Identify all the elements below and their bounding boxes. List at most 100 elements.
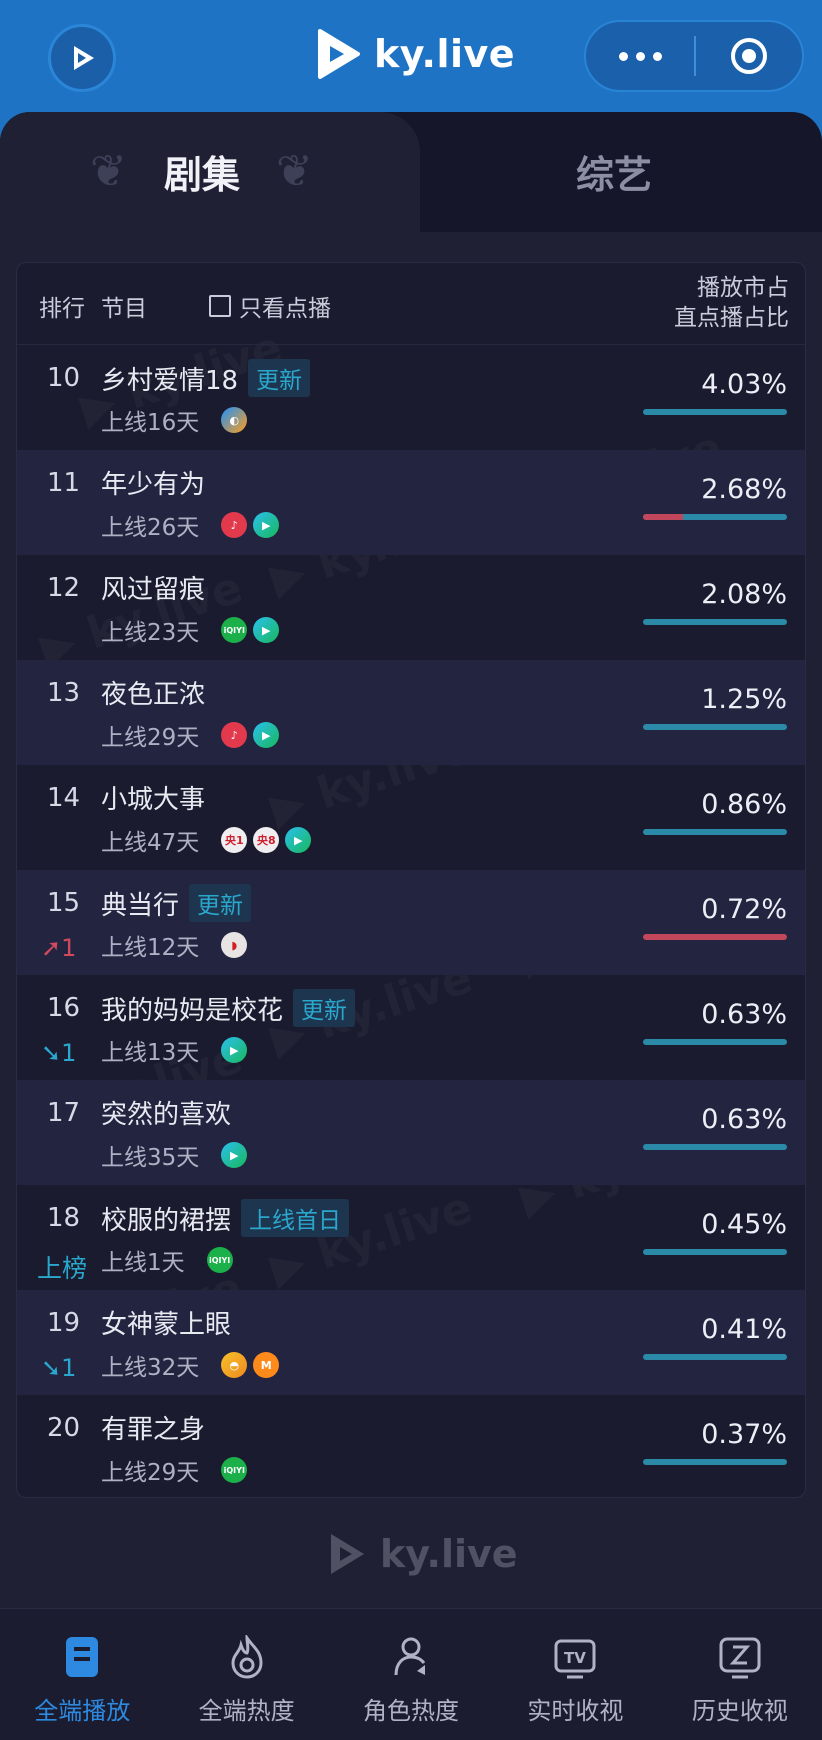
history-icon (716, 1633, 764, 1681)
nav-label: 角色热度 (363, 1697, 460, 1725)
nav-label: 全端播放 (34, 1697, 131, 1725)
program-title-text: 乡村爱情18 (101, 365, 239, 396)
status-badge: 更新 (189, 884, 252, 922)
cctv-platform-icon: ♪ (221, 512, 248, 538)
app-logo-button[interactable] (48, 24, 116, 92)
nav-realtime-rating[interactable]: TV 实时收视 (493, 1609, 657, 1740)
brand-logo-icon (318, 29, 360, 79)
days-online: 上线16天 ◐ (101, 403, 248, 437)
program-title: 小城大事 (101, 779, 205, 816)
cctv1-platform-icon: 央1 (221, 827, 248, 853)
table-row[interactable]: 15 ➚1 典当行 更新 上线12天 ◗ 0.72% (17, 870, 805, 975)
bookmark-icon (58, 1633, 106, 1681)
cctv8-platform-icon: 央8 (253, 827, 280, 853)
status-badge: 更新 (248, 359, 311, 397)
days-online-text: 上线1天 (101, 1250, 185, 1276)
header-share: 播放市占 直点播占比 (674, 273, 789, 333)
platform-icons: ◓ M (221, 1352, 280, 1378)
vod-only-label: 只看点播 (239, 296, 331, 322)
days-online: 上线23天 iQIYI ▶ (101, 613, 280, 647)
rank-change-new: 上榜 (37, 1254, 88, 1283)
table-row[interactable]: 17 突然的喜欢 上线35天 ▶ 0.63% (17, 1080, 805, 1185)
tencent-platform-icon: ▶ (253, 617, 280, 643)
platform-icons: 央1 央8 ▶ (221, 827, 312, 853)
yellow-platform-icon: ◓ (221, 1352, 248, 1378)
table-row[interactable]: 20 有罪之身 上线29天 iQIYI 0.37% (17, 1395, 805, 1497)
days-online-text: 上线26天 (101, 515, 200, 541)
days-online: 上线47天 央1 央8 ▶ (101, 823, 312, 857)
rank-change-up: ➚1 (41, 934, 77, 962)
table-row[interactable]: 18 上榜 校服的裙摆 上线首日 上线1天 iQIYI 0.45% (17, 1185, 805, 1290)
share-percent: 0.45% (701, 1209, 787, 1240)
nav-role-heat[interactable]: 角色热度 (329, 1609, 493, 1740)
dot-icon (652, 51, 662, 61)
table-row[interactable]: 11 年少有为 上线26天 ♪ ▶ 2.68% (17, 450, 805, 555)
table-row[interactable]: 16 ➘1 我的妈妈是校花 更新 上线13天 ▶ 0.63% (17, 975, 805, 1080)
share-percent: 0.63% (701, 999, 787, 1030)
share-percent: 0.72% (701, 894, 787, 925)
tab-drama[interactable]: 剧集 (164, 144, 240, 199)
platform-icons: ♪ ▶ (221, 722, 280, 748)
share-bar (643, 934, 787, 940)
nav-all-heat[interactable]: 全端热度 (164, 1609, 328, 1740)
checkbox-icon[interactable] (209, 295, 231, 317)
share-bar (643, 1459, 787, 1465)
days-online: 上线35天 ▶ (101, 1138, 248, 1172)
dragon-platform-icon: ◗ (221, 932, 248, 958)
tencent-platform-icon: ▶ (253, 722, 280, 748)
person-icon (387, 1633, 435, 1681)
days-online-text: 上线13天 (101, 1040, 200, 1066)
program-title-text: 校服的裙摆 (101, 1205, 232, 1236)
table-row[interactable]: 19 ➘1 女神蒙上眼 上线32天 ◓ M 0.41% (17, 1290, 805, 1395)
rank-number: 14 (47, 783, 81, 813)
days-online: 上线13天 ▶ (101, 1033, 248, 1067)
nav-all-play[interactable]: 全端播放 (0, 1609, 164, 1740)
program-title: 女神蒙上眼 (101, 1304, 231, 1341)
tencent-platform-icon: ▶ (285, 827, 312, 853)
share-percent: 0.41% (701, 1314, 787, 1345)
laurel-left-icon: ❦ (90, 146, 127, 197)
rank-number: 19 (47, 1308, 81, 1338)
share-percent: 2.68% (701, 474, 787, 505)
rank-number: 10 (47, 363, 81, 393)
share-bar (643, 1144, 787, 1150)
table-row[interactable]: 12 风过留痕 上线23天 iQIYI ▶ 2.08% (17, 555, 805, 660)
bottom-nav: 全端播放 全端热度 角色热度 TV 实时收视 历史收视 (0, 1608, 822, 1740)
program-title: 夜色正浓 (101, 674, 205, 711)
rank-change-value: 1 (61, 934, 77, 962)
platform-icons: iQIYI ▶ (221, 617, 280, 643)
tencent-platform-icon: ▶ (221, 1037, 248, 1063)
rank-number: 16 (47, 993, 81, 1023)
platform-icons: ◗ (221, 932, 248, 958)
cctv-platform-icon: ♪ (221, 722, 248, 748)
nav-history-rating[interactable]: 历史收视 (658, 1609, 822, 1740)
ranking-table: ▶ ky.live ▶ ky.live ▶ ky.live ▶ ky.live … (16, 262, 806, 1498)
table-row[interactable]: 13 夜色正浓 上线29天 ♪ ▶ 1.25% (17, 660, 805, 765)
table-row[interactable]: 10 乡村爱情18 更新 上线16天 ◐ 4.03% (17, 345, 805, 450)
rank-number: 18 (47, 1203, 81, 1233)
share-bar (643, 1039, 787, 1045)
days-online: 上线12天 ◗ (101, 928, 248, 962)
table-row[interactable]: 14 小城大事 上线47天 央1 央8 ▶ 0.86% (17, 765, 805, 870)
share-bar (643, 514, 787, 520)
youku-platform-icon: ◐ (221, 407, 248, 433)
close-miniprogram-button[interactable] (696, 36, 802, 76)
vod-only-filter[interactable]: 只看点播 (209, 289, 331, 323)
footer-brand-text: ky.live (380, 1532, 518, 1576)
program-title-text: 我的妈妈是校花 (101, 995, 284, 1026)
days-online-text: 上线23天 (101, 620, 200, 646)
share-bar (643, 724, 787, 730)
nav-label: 全端热度 (198, 1697, 295, 1725)
share-percent: 1.25% (701, 684, 787, 715)
nav-label: 历史收视 (691, 1697, 788, 1725)
days-online-text: 上线32天 (101, 1355, 200, 1381)
dot-icon (635, 51, 645, 61)
tab-variety[interactable]: 综艺 (576, 144, 652, 199)
program-title-text: 夜色正浓 (101, 680, 206, 710)
more-menu-button[interactable] (586, 51, 694, 61)
share-bar (643, 1354, 787, 1360)
share-percent: 0.86% (701, 789, 787, 820)
miniprogram-capsule (584, 20, 804, 92)
nav-label: 实时收视 (527, 1697, 624, 1725)
program-title-text: 年少有为 (101, 470, 206, 500)
